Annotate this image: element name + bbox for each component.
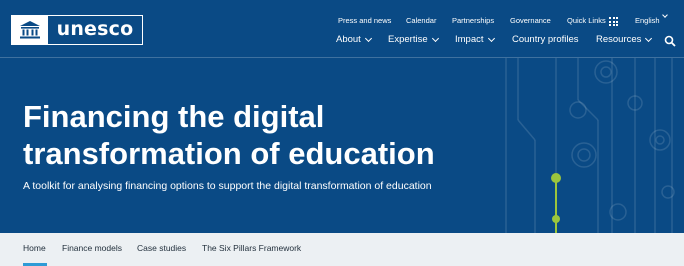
language-label: English bbox=[635, 16, 660, 25]
util-link-press[interactable]: Press and news bbox=[338, 16, 391, 25]
accent-dot bbox=[551, 173, 561, 183]
nav-impact[interactable]: Impact bbox=[455, 34, 495, 45]
main-nav: About Expertise Impact Country profiles … bbox=[0, 34, 684, 48]
page-title: Financing the digital transformation of … bbox=[23, 99, 435, 171]
search-icon[interactable] bbox=[664, 35, 676, 47]
tab-home[interactable]: Home bbox=[23, 243, 46, 253]
util-link-quick-links[interactable]: Quick Links bbox=[567, 16, 606, 25]
header-divider bbox=[0, 57, 684, 58]
nav-country-profiles[interactable]: Country profiles bbox=[512, 34, 579, 45]
nav-label: Impact bbox=[455, 34, 484, 45]
nav-resources[interactable]: Resources bbox=[596, 34, 653, 45]
chevron-down-icon bbox=[661, 12, 668, 18]
chevron-down-icon bbox=[487, 34, 495, 42]
grid-icon[interactable] bbox=[609, 17, 618, 26]
chevron-down-icon bbox=[431, 34, 439, 42]
chevron-down-icon bbox=[364, 34, 372, 42]
nav-label: Country profiles bbox=[512, 34, 579, 45]
nav-label: About bbox=[336, 34, 361, 45]
util-link-calendar[interactable]: Calendar bbox=[406, 16, 436, 25]
util-link-governance[interactable]: Governance bbox=[510, 16, 551, 25]
page-subtitle: A toolkit for analysing financing option… bbox=[23, 180, 432, 192]
language-selector[interactable]: English bbox=[635, 12, 668, 25]
section-tabs: Home Finance models Case studies The Six… bbox=[0, 233, 684, 266]
accent-dot bbox=[552, 215, 560, 223]
tab-six-pillars[interactable]: The Six Pillars Framework bbox=[202, 243, 301, 253]
nav-label: Resources bbox=[596, 34, 642, 45]
utility-nav: Press and news Calendar Partnerships Gov… bbox=[0, 12, 684, 28]
nav-label: Expertise bbox=[388, 34, 428, 45]
util-link-partnerships[interactable]: Partnerships bbox=[452, 16, 494, 25]
tab-case-studies[interactable]: Case studies bbox=[137, 243, 186, 253]
tab-finance-models[interactable]: Finance models bbox=[62, 243, 122, 253]
nav-about[interactable]: About bbox=[336, 34, 372, 45]
nav-expertise[interactable]: Expertise bbox=[388, 34, 439, 45]
chevron-down-icon bbox=[645, 34, 653, 42]
hero-banner: unesco Press and news Calendar Partnersh… bbox=[0, 0, 684, 233]
